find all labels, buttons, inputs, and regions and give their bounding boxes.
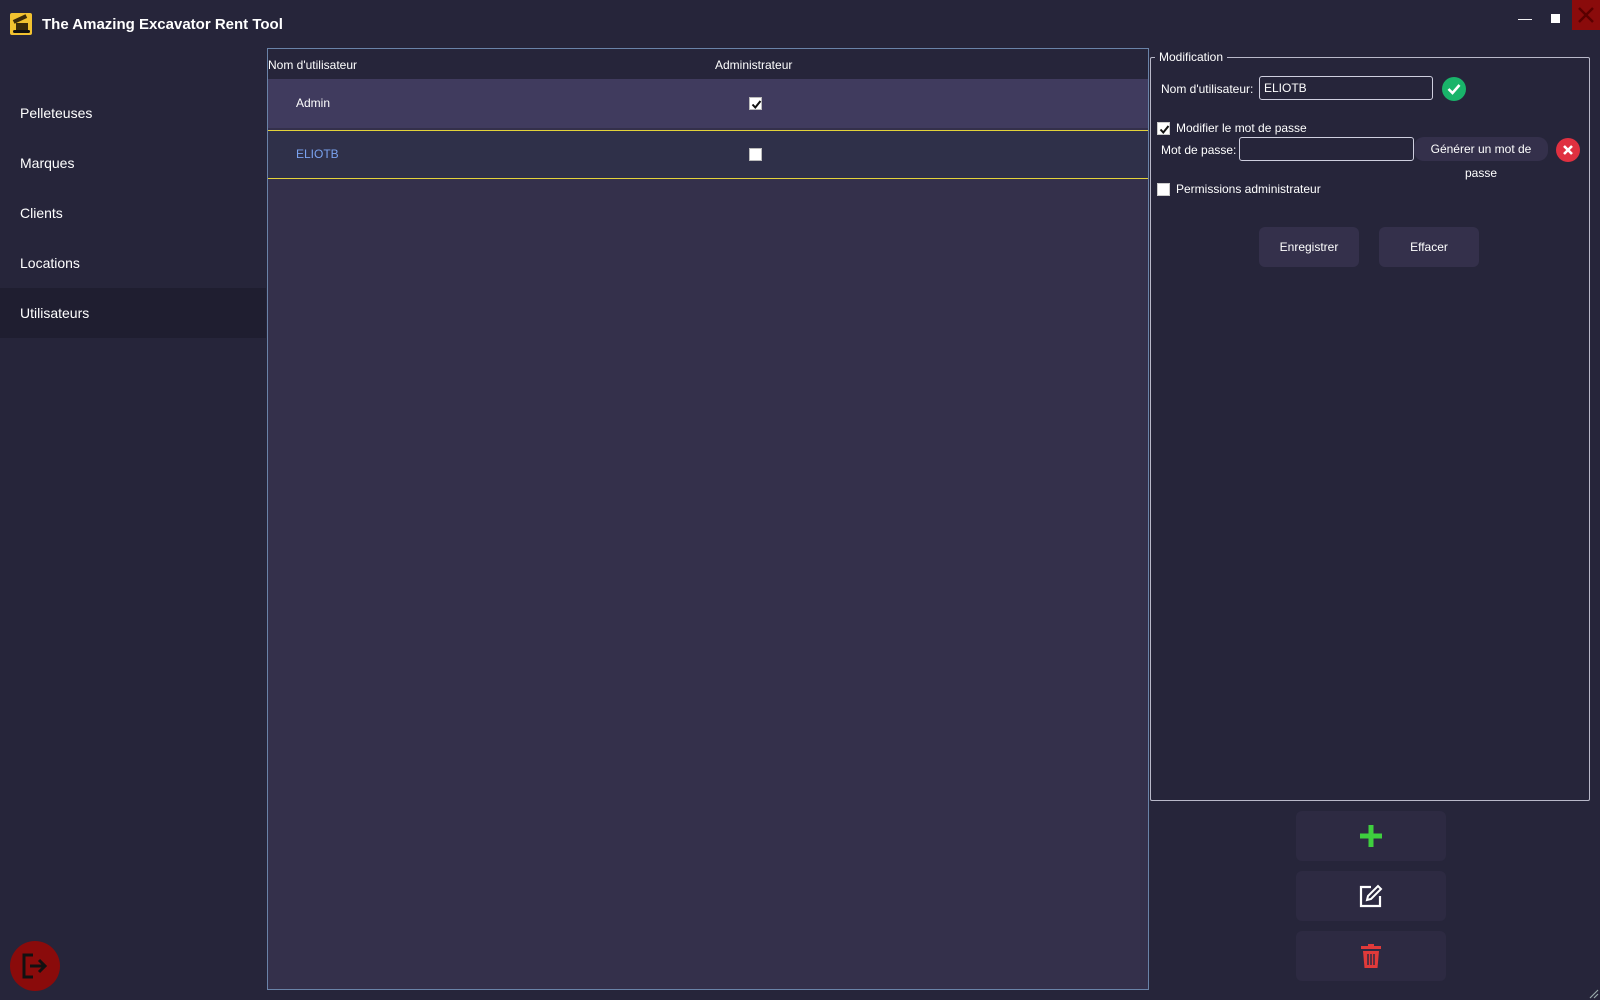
check-icon [751, 100, 762, 110]
modification-panel [1150, 57, 1590, 801]
save-button[interactable]: Enregistrer [1259, 227, 1359, 267]
admin-checkbox[interactable] [749, 97, 762, 110]
maximize-button[interactable] [1542, 8, 1568, 28]
admin-permissions-checkbox[interactable] [1157, 183, 1170, 196]
admin-permissions-label: Permissions administrateur [1176, 182, 1321, 196]
sidebar-item-pelleteuses[interactable]: Pelleteuses [0, 88, 266, 138]
username-input[interactable] [1259, 76, 1433, 100]
trash-icon [1361, 944, 1381, 968]
x-circle-icon[interactable] [1556, 138, 1580, 162]
resize-grip-icon[interactable] [1587, 987, 1599, 999]
edit-user-button[interactable] [1296, 871, 1446, 921]
table-row-selected[interactable]: ELIOTB [268, 130, 1148, 179]
logout-button[interactable] [10, 941, 60, 991]
table-row[interactable]: Admin [268, 79, 1148, 128]
close-button[interactable] [1572, 0, 1600, 30]
check-circle-icon [1442, 77, 1466, 101]
maximize-icon [1550, 14, 1560, 23]
sidebar: Pelleteuses Marques Clients Locations Ut… [0, 47, 266, 1000]
excavator-icon [10, 13, 32, 35]
generate-password-button[interactable]: Générer un mot de passe [1414, 137, 1548, 180]
password-label: Mot de passe: [1161, 143, 1237, 157]
table-header: Nom d'utilisateur Administrateur [268, 49, 1148, 79]
check-icon [1159, 125, 1170, 135]
password-input[interactable] [1239, 137, 1414, 161]
add-user-button[interactable] [1296, 811, 1446, 861]
sidebar-item-locations[interactable]: Locations [0, 238, 266, 288]
sidebar-item-utilisateurs[interactable]: Utilisateurs [0, 288, 266, 338]
plus-icon [1360, 825, 1382, 847]
users-table: Nom d'utilisateur Administrateur Admin E… [267, 48, 1149, 990]
change-password-label: Modifier le mot de passe [1176, 121, 1307, 135]
minimize-button[interactable]: — [1512, 8, 1538, 28]
modification-legend: Modification [1155, 50, 1228, 64]
change-password-checkbox[interactable] [1157, 122, 1170, 135]
sidebar-item-marques[interactable]: Marques [0, 138, 266, 188]
sidebar-item-clients[interactable]: Clients [0, 188, 266, 238]
delete-user-button[interactable] [1296, 931, 1446, 981]
column-header-username[interactable]: Nom d'utilisateur [268, 58, 357, 72]
cell-username: ELIOTB [296, 147, 339, 161]
logout-icon [22, 953, 48, 979]
title-bar: The Amazing Excavator Rent Tool — [0, 0, 1600, 47]
cell-username: Admin [296, 96, 331, 110]
clear-button[interactable]: Effacer [1379, 227, 1479, 267]
app-title: The Amazing Excavator Rent Tool [42, 16, 283, 33]
column-header-admin[interactable]: Administrateur [715, 58, 792, 72]
close-icon [1578, 7, 1594, 23]
admin-checkbox[interactable] [749, 148, 762, 161]
username-label: Nom d'utilisateur: [1161, 82, 1254, 96]
edit-icon [1359, 884, 1383, 908]
